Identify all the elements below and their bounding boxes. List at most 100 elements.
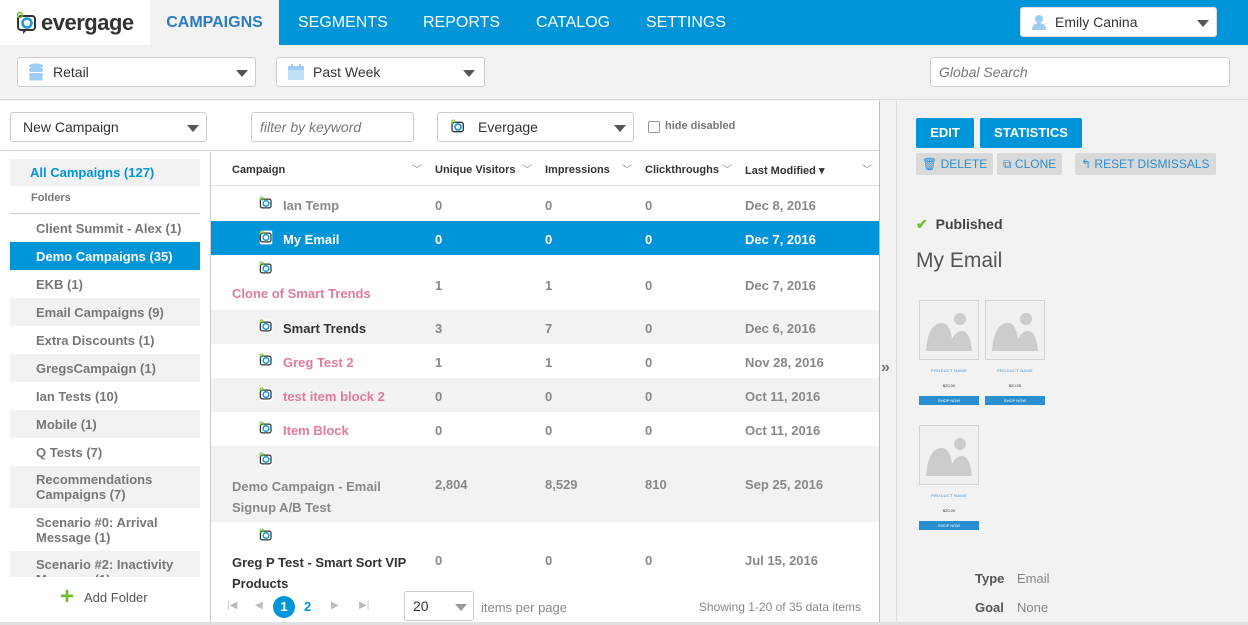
chevron-down-icon[interactable]: ﹀ <box>862 161 872 176</box>
new-campaign-select[interactable]: New Campaign <box>10 112 207 142</box>
campaign-name[interactable]: test item block 2 <box>283 389 385 404</box>
folder-item[interactable]: Scenario #2: Inactivity Message (1) <box>10 551 200 577</box>
column-header-last-modified[interactable]: Last Modified ▾ <box>745 164 824 177</box>
database-icon <box>29 63 43 81</box>
first-page-icon[interactable]: |◀ <box>227 600 237 611</box>
edit-button[interactable]: EDIT <box>916 118 974 148</box>
statistics-button[interactable]: STATISTICS <box>980 118 1082 148</box>
table-row[interactable]: My Email 0 0 0 Dec 7, 2016 <box>211 221 879 255</box>
clone-label: CLONE <box>1014 157 1057 171</box>
folders-heading: Folders <box>31 192 71 204</box>
nav-reports[interactable]: REPORTS <box>407 0 516 45</box>
panel-collapse-handle[interactable]: » <box>879 101 897 625</box>
table-row[interactable]: Greg Test 2 1 1 0 Nov 28, 2016 <box>211 344 879 378</box>
nav-segments[interactable]: SEGMENTS <box>282 0 404 45</box>
delete-label: DELETE <box>940 157 988 171</box>
campaign-type-icon <box>259 387 273 402</box>
campaign-name[interactable]: Smart Trends <box>283 321 366 336</box>
folder-item[interactable]: Ian Tests (10) <box>10 382 200 410</box>
chevron-down-icon[interactable]: ﹀ <box>412 161 422 176</box>
clickthroughs-cell: 0 <box>645 198 653 213</box>
shop-now-button[interactable]: SHOP NOW <box>919 396 979 405</box>
table-row[interactable]: Item Block 0 0 0 Oct 11, 2016 <box>211 412 879 446</box>
date-range-select[interactable]: Past Week <box>276 57 485 87</box>
items-per-page-value: 20 <box>413 598 429 614</box>
folder-item[interactable]: Client Summit - Alex (1) <box>10 214 200 242</box>
next-page-icon[interactable]: ▶ <box>331 600 339 611</box>
last-modified-cell: Dec 6, 2016 <box>745 321 816 336</box>
chevron-down-icon <box>463 70 475 77</box>
user-name: Emily Canina <box>1055 14 1138 30</box>
clickthroughs-cell: 0 <box>645 232 653 247</box>
folder-item[interactable]: EKB (1) <box>10 270 200 298</box>
campaign-name[interactable]: Greg Test 2 <box>283 355 354 370</box>
campaign-type-icon <box>259 528 273 543</box>
chevron-down-icon <box>1197 20 1209 27</box>
nav-catalog[interactable]: CATALOG <box>520 0 626 45</box>
table-row[interactable]: Greg P Test - Smart Sort VIP Products 0 0 0… <box>211 522 879 591</box>
evergage-logo[interactable]: evergage <box>0 0 150 45</box>
global-search-input[interactable]: Global Search <box>930 57 1230 87</box>
table-row[interactable]: Demo Campaign - Email Signup A/B Test 2,8… <box>211 446 879 522</box>
folder-item[interactable]: Email Campaigns (9) <box>10 298 200 326</box>
folder-item[interactable]: GregsCampaign (1) <box>10 354 200 382</box>
chevron-down-icon <box>236 70 248 77</box>
chevron-down-icon[interactable]: ﹀ <box>522 161 532 176</box>
keyword-filter-input[interactable]: filter by keyword <box>251 112 414 142</box>
plus-icon: + <box>60 583 75 610</box>
hide-disabled-label: hide disabled <box>665 120 736 132</box>
campaign-type-icon <box>259 319 273 334</box>
evergage-logo-icon <box>16 11 36 34</box>
folder-item[interactable]: Mobile (1) <box>10 410 200 438</box>
folder-item[interactable]: Q Tests (7) <box>10 438 200 466</box>
column-header-campaign[interactable]: Campaign <box>232 164 285 176</box>
clone-button[interactable]: ⧉ CLONE <box>997 153 1063 175</box>
unique-visitors-cell: 0 <box>435 423 443 438</box>
source-select[interactable]: Evergage <box>437 112 634 142</box>
all-campaigns-item[interactable]: All Campaigns (127) <box>10 159 200 186</box>
column-header-unique-visitors[interactable]: Unique Visitors <box>435 164 515 176</box>
campaign-name[interactable]: Ian Temp <box>283 198 339 213</box>
folder-item[interactable]: Demo Campaigns (35) <box>10 242 200 270</box>
table-row[interactable]: test item block 2 0 0 0 Oct 11, 2016 <box>211 378 879 412</box>
table-row[interactable]: Smart Trends 3 7 0 Dec 6, 2016 <box>211 310 879 344</box>
campaign-name[interactable]: Clone of Smart Trends <box>232 283 417 304</box>
items-per-page-select[interactable]: 20 <box>404 591 474 621</box>
campaign-name[interactable]: My Email <box>283 232 339 247</box>
impressions-cell: 1 <box>545 278 553 293</box>
table-row[interactable]: Ian Temp 0 0 0 Dec 8, 2016 <box>211 187 879 221</box>
campaign-detail-pane: EDIT STATISTICS 🗑 DELETE ⧉ CLONE ↰ RESET… <box>897 101 1248 625</box>
campaign-name[interactable]: Item Block <box>283 423 349 438</box>
double-chevron-right-icon: » <box>881 359 890 376</box>
shop-now-button[interactable]: SHOP NOW <box>919 521 979 530</box>
folder-item[interactable]: Recommendations Campaigns (7) <box>10 466 200 508</box>
nav-campaigns[interactable]: CAMPAIGNS <box>150 0 279 45</box>
prev-page-icon[interactable]: ◀ <box>255 600 263 611</box>
chevron-down-icon[interactable]: ﹀ <box>622 161 632 176</box>
folder-item[interactable]: Scenario #0: Arrival Message (1) <box>10 508 200 551</box>
product-tile: PRODUCT NAME $20.00 SHOP NOW <box>919 425 979 530</box>
campaign-list-pane: New Campaign filter by keyword Evergage … <box>0 101 879 625</box>
folder-item[interactable]: Extra Discounts (1) <box>10 326 200 354</box>
column-header-impressions[interactable]: Impressions <box>545 164 610 176</box>
hide-disabled-checkbox[interactable] <box>648 121 660 133</box>
reply-arrow-icon: ↰ <box>1081 157 1092 171</box>
dataset-select[interactable]: Retail <box>17 57 256 87</box>
goal-value: None <box>1017 600 1049 615</box>
shop-now-button[interactable]: SHOP NOW <box>985 396 1045 405</box>
last-page-icon[interactable]: ▶| <box>359 600 369 611</box>
reset-dismissals-button[interactable]: ↰ RESET DISMISSALS <box>1075 153 1216 175</box>
add-folder-button[interactable]: + Add Folder <box>60 583 148 610</box>
campaign-title: My Email <box>916 249 1003 272</box>
table-row[interactable]: Clone of Smart Trends 1 1 0 Dec 7, 2016 <box>211 255 879 310</box>
page-1-button[interactable]: 1 <box>273 596 295 618</box>
new-campaign-label: New Campaign <box>23 119 119 135</box>
delete-button[interactable]: 🗑 DELETE <box>916 153 994 175</box>
campaign-type-icon <box>259 353 273 368</box>
nav-settings[interactable]: SETTINGS <box>630 0 742 45</box>
campaign-name[interactable]: Demo Campaign - Email Signup A/B Test <box>232 476 417 518</box>
column-header-clickthroughs[interactable]: Clickthroughs <box>645 164 719 176</box>
user-menu[interactable]: Emily Canina <box>1020 7 1217 37</box>
chevron-down-icon[interactable]: ﹀ <box>722 161 732 176</box>
page-2-button[interactable]: 2 <box>304 599 311 614</box>
